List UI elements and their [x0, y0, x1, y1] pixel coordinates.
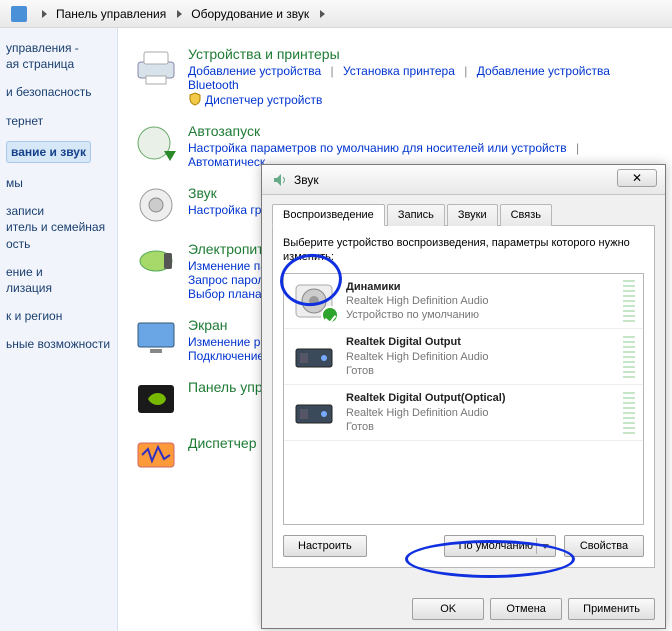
breadcrumb-bar: Панель управления Оборудование и звук	[0, 0, 672, 28]
sidebar-item[interactable]: ение и лизация	[6, 264, 111, 296]
printer-icon	[134, 46, 178, 86]
chevron-right-icon[interactable]	[42, 10, 47, 18]
default-check-icon	[321, 306, 339, 324]
sidebar-item[interactable]: и безопасность	[6, 84, 111, 100]
link-autoplay-defaults[interactable]: Настройка параметров по умолчанию для но…	[188, 141, 567, 155]
sidebar-item[interactable]: управления - ая страница	[6, 40, 111, 72]
chevron-right-icon[interactable]	[177, 10, 182, 18]
configure-button[interactable]: Настроить	[283, 535, 367, 557]
speaker-icon	[134, 185, 178, 225]
level-meter	[623, 392, 635, 434]
tab-sounds[interactable]: Звуки	[447, 204, 498, 226]
sidebar-item[interactable]: тернет	[6, 113, 111, 129]
dialog-title: Звук	[294, 173, 319, 187]
device-icon	[292, 393, 336, 433]
sidebar-label: управления -	[6, 40, 111, 56]
device-status: Готов	[346, 420, 623, 434]
link-password-wake[interactable]: Запрос пароля	[188, 273, 271, 287]
level-meter	[623, 280, 635, 322]
battery-icon	[134, 241, 178, 281]
sidebar-item[interactable]: мы	[6, 175, 111, 191]
device-row[interactable]: Realtek Digital OutputRealtek High Defin…	[284, 329, 643, 385]
control-panel-icon	[11, 6, 27, 22]
tab-strip: Воспроизведение Запись Звуки Связь	[272, 203, 655, 226]
ok-button[interactable]: OK	[412, 598, 484, 620]
link-add-device[interactable]: Добавление устройства	[188, 64, 321, 78]
device-status: Готов	[346, 364, 623, 378]
sound-dialog: Звук ✕ Воспроизведение Запись Звуки Связ…	[261, 164, 666, 629]
breadcrumb-item[interactable]: Панель управления	[49, 3, 173, 25]
category-title[interactable]: Автозапуск	[188, 123, 656, 139]
device-name: Realtek Digital Output	[346, 335, 623, 349]
link-autoplay-cd[interactable]: Автоматическ	[188, 155, 265, 169]
device-name: Realtek Digital Output(Optical)	[346, 391, 623, 405]
sidebar-label: итель и семейная	[6, 219, 111, 235]
sidebar-item[interactable]: записи итель и семейная ость	[6, 203, 111, 252]
autoplay-icon	[134, 123, 178, 163]
tab-panel-playback: Выберите устройство воспроизведения, пар…	[272, 226, 655, 568]
level-meter	[623, 336, 635, 378]
category-autoplay: Автозапуск Настройка параметров по умолч…	[134, 123, 656, 169]
shield-icon	[188, 92, 202, 106]
link-resolution[interactable]: Изменение раз	[188, 335, 272, 349]
device-desc: Realtek High Definition Audio	[346, 350, 623, 364]
monitor-icon	[134, 317, 178, 357]
breadcrumb-item[interactable]: Оборудование и звук	[184, 3, 316, 25]
tab-playback[interactable]: Воспроизведение	[272, 204, 385, 226]
sidebar-label: лизация	[6, 280, 111, 296]
close-button[interactable]: ✕	[617, 169, 657, 187]
sidebar-item[interactable]: к и регион	[6, 308, 111, 324]
chevron-right-icon[interactable]	[320, 10, 325, 18]
tab-recording[interactable]: Запись	[387, 204, 445, 226]
category-devices-printers: Устройства и принтеры Добавление устройс…	[134, 46, 656, 107]
device-icon	[292, 337, 336, 377]
sidebar-item-active[interactable]: вание и звук	[6, 141, 91, 163]
apply-button[interactable]: Применить	[568, 598, 655, 620]
link-install-printer[interactable]: Установка принтера	[343, 64, 455, 78]
tab-communications[interactable]: Связь	[500, 204, 552, 226]
device-desc: Realtek High Definition Audio	[346, 406, 623, 420]
link-device-manager[interactable]: Диспетчер устройств	[205, 93, 322, 107]
sidebar-label: записи	[6, 203, 111, 219]
device-row[interactable]: ДинамикиRealtek High Definition AudioУст…	[284, 274, 643, 330]
nvidia-icon	[134, 379, 178, 419]
sound-icon	[272, 172, 288, 188]
instruction-text: Выберите устройство воспроизведения, пар…	[283, 236, 644, 265]
device-desc: Realtek High Definition Audio	[346, 294, 623, 308]
link-power-plan[interactable]: Выбор плана э	[188, 287, 271, 301]
sidebar-label: ость	[6, 236, 111, 252]
category-title[interactable]: Устройства и принтеры	[188, 46, 656, 62]
sidebar-nav: управления - ая страница и безопасность …	[0, 28, 118, 631]
link-volume[interactable]: Настройка гро	[188, 203, 268, 217]
dialog-titlebar[interactable]: Звук ✕	[262, 165, 665, 195]
device-list[interactable]: ДинамикиRealtek High Definition AudioУст…	[283, 273, 644, 525]
sidebar-label: ая страница	[6, 56, 111, 72]
properties-button[interactable]: Свойства	[564, 535, 644, 557]
device-row[interactable]: Realtek Digital Output(Optical)Realtek H…	[284, 385, 643, 441]
realtek-icon	[134, 435, 178, 475]
device-icon	[292, 281, 336, 321]
sidebar-item[interactable]: ьные возможности	[6, 336, 111, 352]
breadcrumb-root-icon[interactable]	[4, 3, 38, 25]
set-default-button[interactable]: По умолчанию	[444, 535, 556, 557]
device-status: Устройство по умолчанию	[346, 308, 623, 322]
sidebar-label: ение и	[6, 264, 111, 280]
device-name: Динамики	[346, 280, 623, 294]
cancel-button[interactable]: Отмена	[490, 598, 562, 620]
link-connect-display[interactable]: Подключение	[188, 349, 264, 363]
